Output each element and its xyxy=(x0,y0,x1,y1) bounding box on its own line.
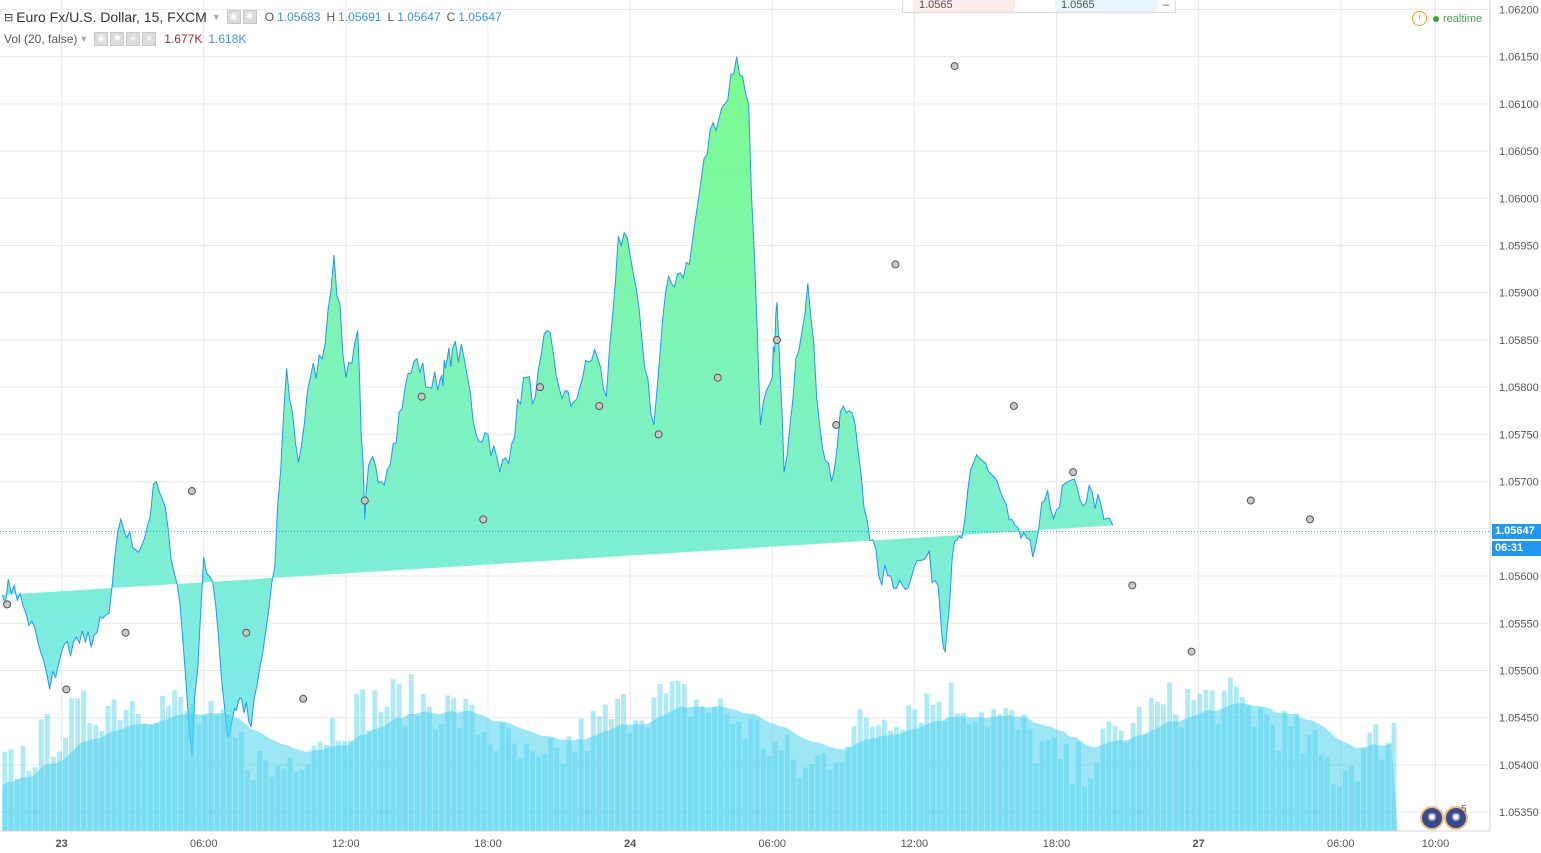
high-label: H xyxy=(326,10,336,24)
event-marker xyxy=(1305,515,1314,524)
event-marker xyxy=(1128,581,1137,590)
warning-icon[interactable]: ! xyxy=(1412,11,1427,26)
event-marker xyxy=(536,383,545,392)
x-tick-label: 23 xyxy=(55,838,67,850)
y-tick-label: 1.05900 xyxy=(1499,288,1539,300)
x-tick-label: 10:00 xyxy=(1422,838,1450,850)
y-tick-label: 1.06050 xyxy=(1499,146,1539,158)
y-tick-label: 1.05600 xyxy=(1499,571,1539,583)
bar-countdown-tag: 06:31 xyxy=(1492,540,1541,556)
ask-price[interactable]: 1.0565 xyxy=(1055,0,1157,12)
price-axis[interactable]: 1.05350 1.05400 1.05450 1.05500 1.05550 1.056… xyxy=(1489,0,1539,831)
event-marker xyxy=(1009,402,1018,411)
realtime-status: ! realtime xyxy=(1412,11,1482,26)
y-tick-label: 1.06200 xyxy=(1499,4,1539,16)
close-icon[interactable]: × xyxy=(142,32,157,46)
event-marker xyxy=(772,335,781,344)
volume-bars xyxy=(2,674,1398,831)
x-tick-label: 12:00 xyxy=(332,838,360,850)
event-marker xyxy=(360,496,369,505)
x-tick-label: 18:00 xyxy=(1043,838,1071,850)
event-marker xyxy=(595,402,604,411)
x-tick-label: 06:00 xyxy=(190,838,218,850)
minimize-icon[interactable]: – xyxy=(1157,0,1175,12)
y-tick-label: 1.05950 xyxy=(1499,241,1539,253)
chevron-down-icon[interactable]: ▼ xyxy=(212,12,221,22)
low-label: L xyxy=(387,10,395,24)
close-value: 1.05647 xyxy=(458,10,502,24)
event-marker xyxy=(891,260,900,269)
event-marker xyxy=(832,420,841,429)
event-marker xyxy=(479,515,488,524)
y-tick-label: 1.05500 xyxy=(1499,665,1539,677)
symbol-title[interactable]: Euro Fx/U.S. Dollar, 15, FXCM xyxy=(16,9,207,25)
event-marker xyxy=(1187,647,1196,656)
event-marker xyxy=(299,694,308,703)
y-tick-label: 1.05550 xyxy=(1499,618,1539,630)
price-chart[interactable]: 1.05350 1.05400 1.05450 1.05500 1.05550 1.056… xyxy=(0,0,1541,853)
realtime-label: realtime xyxy=(1443,12,1483,25)
status-dot-icon xyxy=(1433,15,1439,22)
open-value: 1.05683 xyxy=(277,10,321,24)
x-tick-label: 27 xyxy=(1193,838,1205,850)
trade-panel[interactable]: 1.0565 1.0565 – xyxy=(902,0,1177,13)
eye-icon[interactable]: ◉ xyxy=(94,32,109,46)
y-tick-label: 1.05350 xyxy=(1499,807,1539,819)
event-marker xyxy=(62,685,71,694)
event-marker xyxy=(121,628,130,637)
last-price-tag: 1.05647 xyxy=(1492,523,1541,539)
volume-ma-value: 1.618K xyxy=(208,32,247,46)
gear-icon[interactable]: ✱ xyxy=(110,32,125,46)
y-tick-label: 1.06100 xyxy=(1499,99,1539,111)
event-marker xyxy=(713,373,722,382)
main-legend: ⊟ Euro Fx/U.S. Dollar, 15, FXCM ▼ ◉ ✱ O … xyxy=(4,9,502,25)
volume-legend: Vol (20, false) ▼ ◉ ✱ + × 1.677K 1.618K xyxy=(4,32,246,46)
event-marker xyxy=(3,600,12,609)
y-tick-label: 1.05450 xyxy=(1499,713,1539,725)
volume-title[interactable]: Vol (20, false) xyxy=(4,32,77,46)
events-count: 5 xyxy=(1461,804,1467,815)
event-marker xyxy=(242,628,251,637)
y-tick-label: 1.06000 xyxy=(1499,193,1539,205)
x-tick-label: 24 xyxy=(624,838,637,850)
y-tick-label: 1.05800 xyxy=(1499,382,1539,394)
y-tick-label: 1.05750 xyxy=(1499,429,1539,441)
bid-price[interactable]: 1.0565 xyxy=(913,0,1015,12)
event-marker xyxy=(950,62,959,71)
y-tick-label: 1.06150 xyxy=(1499,52,1539,64)
y-tick-label: 1.05700 xyxy=(1499,477,1539,489)
price-area-fill xyxy=(2,56,1113,756)
event-marker xyxy=(417,392,426,401)
high-value: 1.05691 xyxy=(338,10,382,24)
eye-icon[interactable]: ◉ xyxy=(226,10,241,24)
event-marker xyxy=(654,430,663,439)
economic-event-icon[interactable]: ✺ xyxy=(1420,806,1444,830)
volume-ma-area xyxy=(2,703,1398,831)
close-label: C xyxy=(446,10,456,24)
x-tick-label: 06:00 xyxy=(1327,838,1355,850)
x-tick-label: 18:00 xyxy=(474,838,502,850)
gear-icon[interactable]: ✱ xyxy=(242,10,257,24)
event-marker xyxy=(1246,496,1255,505)
y-tick-label: 1.05850 xyxy=(1499,335,1539,347)
volume-value: 1.677K xyxy=(164,32,203,46)
open-label: O xyxy=(264,10,275,24)
event-marker xyxy=(187,487,196,496)
chevron-down-icon[interactable]: ▼ xyxy=(79,34,88,44)
y-tick-label: 1.05400 xyxy=(1499,760,1539,772)
x-tick-label: 12:00 xyxy=(901,838,929,850)
plus-icon[interactable]: + xyxy=(126,32,141,46)
x-tick-label: 06:00 xyxy=(758,838,786,850)
low-value: 1.05647 xyxy=(397,10,441,24)
event-marker xyxy=(1069,468,1078,477)
collapse-icon[interactable]: ⊟ xyxy=(4,11,13,24)
price-area xyxy=(0,56,1490,756)
time-axis[interactable]: 23 06:00 12:00 18:00 24 06:00 12:00 18:00 27 06:0… xyxy=(0,830,1490,850)
